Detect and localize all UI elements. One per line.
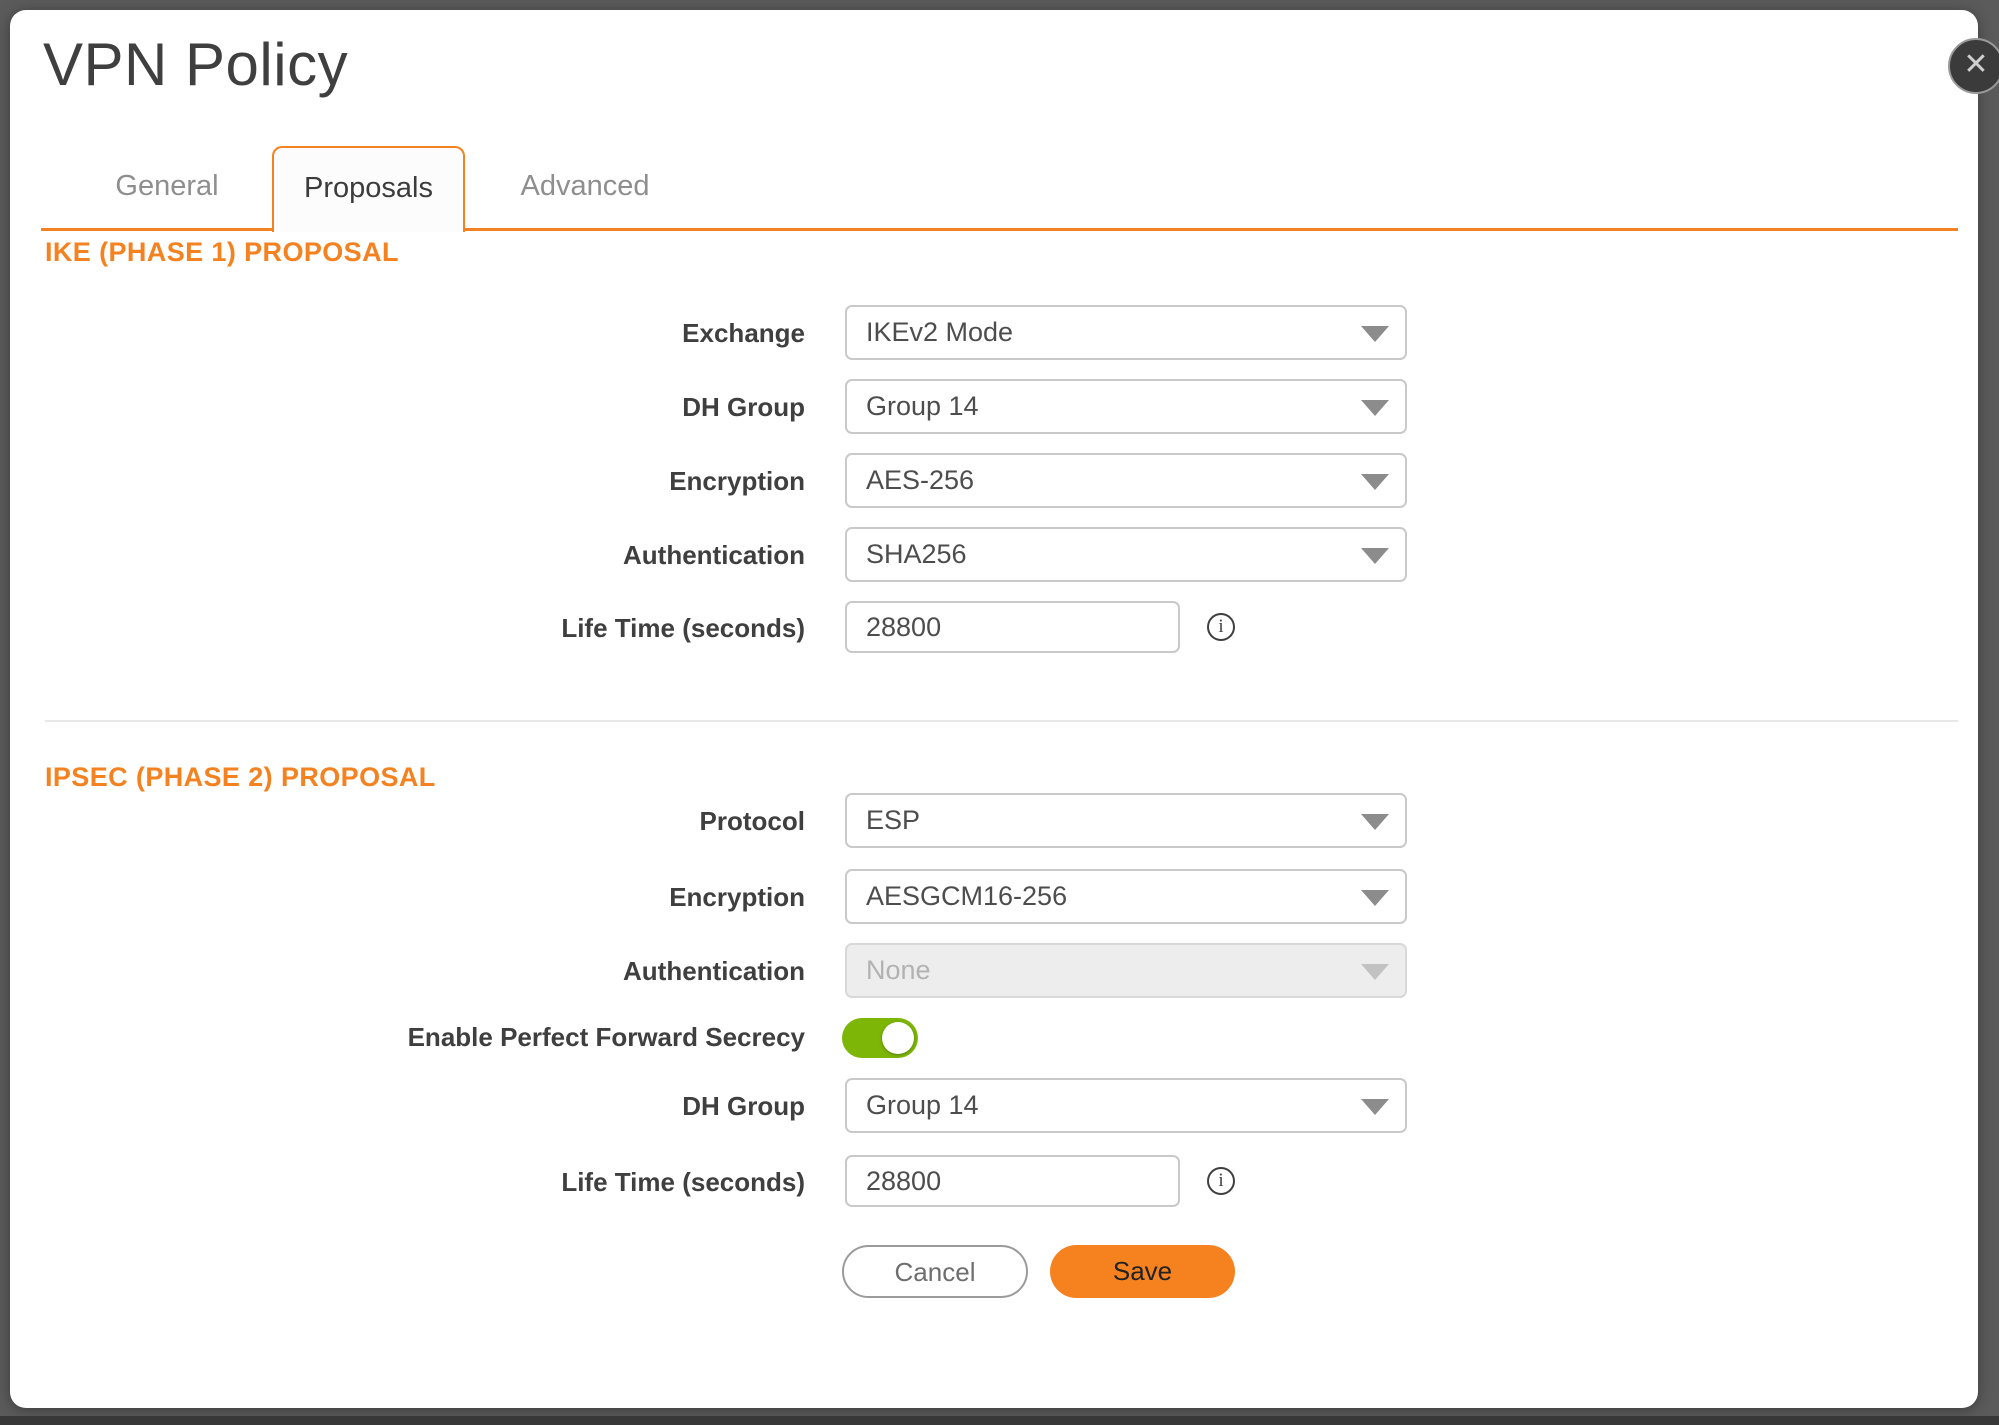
tab-proposals[interactable]: Proposals — [272, 146, 465, 232]
vpn-policy-dialog: VPN Policy General Proposals Advanced IK… — [10, 10, 1978, 1408]
chevron-down-icon — [1361, 326, 1389, 342]
dh-group2-select[interactable]: Group 14 — [845, 1078, 1407, 1133]
authentication2-select-disabled: None — [845, 943, 1407, 998]
exchange-value: IKEv2 Mode — [866, 317, 1013, 347]
authentication2-label: Authentication — [10, 956, 805, 987]
dh-group-select[interactable]: Group 14 — [845, 379, 1407, 434]
encryption-value: AES-256 — [866, 465, 974, 495]
encryption-select[interactable]: AES-256 — [845, 453, 1407, 508]
dh-group-label: DH Group — [10, 392, 805, 423]
page-title: VPN Policy — [43, 30, 348, 99]
encryption2-select[interactable]: AESGCM16-256 — [845, 869, 1407, 924]
chevron-down-icon — [1361, 890, 1389, 906]
encryption-label: Encryption — [10, 466, 805, 497]
save-button[interactable]: Save — [1050, 1245, 1235, 1298]
phase1-heading: IKE (PHASE 1) PROPOSAL — [45, 237, 399, 268]
life-time2-label: Life Time (seconds) — [10, 1167, 805, 1198]
dh-group-value: Group 14 — [866, 391, 979, 421]
chevron-down-icon — [1361, 1099, 1389, 1115]
pfs-toggle-on[interactable] — [842, 1018, 918, 1058]
protocol-select[interactable]: ESP — [845, 793, 1407, 848]
authentication2-value: None — [866, 955, 931, 985]
tab-advanced[interactable]: Advanced — [505, 170, 665, 220]
life-time2-input[interactable] — [845, 1155, 1180, 1207]
toggle-knob — [882, 1022, 914, 1054]
authentication-value: SHA256 — [866, 539, 967, 569]
window-bottom-edge — [0, 1416, 1999, 1425]
encryption2-value: AESGCM16-256 — [866, 881, 1067, 911]
info-icon[interactable]: i — [1207, 1167, 1235, 1195]
authentication-label: Authentication — [10, 540, 805, 571]
dh-group2-value: Group 14 — [866, 1090, 979, 1120]
tab-general[interactable]: General — [87, 170, 247, 220]
chevron-down-icon — [1361, 964, 1389, 980]
chevron-down-icon — [1361, 400, 1389, 416]
chevron-down-icon — [1361, 814, 1389, 830]
authentication-select[interactable]: SHA256 — [845, 527, 1407, 582]
encryption2-label: Encryption — [10, 882, 805, 913]
life-time-input[interactable] — [845, 601, 1180, 653]
cancel-button[interactable]: Cancel — [842, 1245, 1028, 1298]
chevron-down-icon — [1361, 548, 1389, 564]
close-icon[interactable]: ✕ — [1948, 38, 1999, 94]
dh-group2-label: DH Group — [10, 1091, 805, 1122]
life-time-label: Life Time (seconds) — [10, 613, 805, 644]
info-icon[interactable]: i — [1207, 613, 1235, 641]
protocol-value: ESP — [866, 805, 920, 835]
chevron-down-icon — [1361, 474, 1389, 490]
exchange-select[interactable]: IKEv2 Mode — [845, 305, 1407, 360]
phase2-heading: IPSEC (PHASE 2) PROPOSAL — [45, 762, 436, 793]
section-divider — [45, 720, 1958, 722]
protocol-label: Protocol — [10, 806, 805, 837]
pfs-label: Enable Perfect Forward Secrecy — [10, 1022, 805, 1053]
exchange-label: Exchange — [10, 318, 805, 349]
